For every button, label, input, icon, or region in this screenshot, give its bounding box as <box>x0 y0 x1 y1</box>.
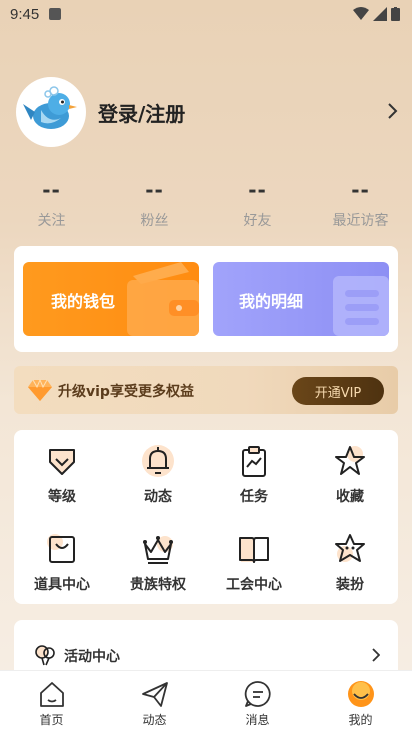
signal-icon <box>373 7 387 21</box>
stat-value: -- <box>42 178 61 202</box>
chevron-right-icon[interactable] <box>386 102 398 120</box>
grid-item-props-center[interactable]: 道具中心 <box>14 522 110 593</box>
task-clipboard-icon <box>242 446 266 477</box>
stat-label: 粉丝 <box>140 213 169 229</box>
bottom-tab-bar: 首页 动态 消息 我的 <box>0 670 412 732</box>
stat-label: 好友 <box>243 213 272 229</box>
home-icon <box>40 682 64 707</box>
grid-item-favorites[interactable]: 收藏 <box>302 434 398 505</box>
stat-friends[interactable]: -- 好友 <box>206 178 309 230</box>
wallet-icon <box>127 262 199 336</box>
document-list-icon <box>333 276 389 336</box>
login-register-link[interactable]: 登录/注册 <box>98 98 185 127</box>
chevron-right-icon <box>372 648 380 662</box>
tab-label: 我的 <box>348 713 373 727</box>
wallet-card: 我的钱包 我的明细 <box>14 246 398 352</box>
grid-item-label: 工会中心 <box>226 577 282 593</box>
profile-face-icon <box>348 681 374 707</box>
star-sparkle-icon <box>335 534 365 562</box>
grid-item-label: 等级 <box>48 489 76 505</box>
grid-item-label: 动态 <box>144 489 172 505</box>
status-time: 9:45 <box>10 5 40 23</box>
vip-promo-text: 升级vip享受更多权益 <box>58 384 194 400</box>
crown-icon <box>143 536 173 564</box>
message-icon <box>244 681 271 707</box>
stat-value: -- <box>248 178 267 202</box>
tab-messages[interactable]: 消息 <box>206 671 309 732</box>
stat-value: -- <box>351 178 370 202</box>
status-bar: 9:45 <box>0 0 412 28</box>
balloon-icon <box>35 645 55 666</box>
my-wallet-label: 我的钱包 <box>51 292 116 311</box>
tab-feed[interactable]: 动态 <box>103 671 206 732</box>
my-wallet-button[interactable]: 我的钱包 <box>23 262 199 336</box>
grid-item-label: 道具中心 <box>34 577 90 593</box>
feature-grid: 等级 动态 任务 收藏 道具中心 贵族特权 工会中心 装扮 <box>14 430 398 604</box>
bell-icon <box>142 445 174 477</box>
grid-item-label: 收藏 <box>336 489 364 505</box>
stat-value: -- <box>145 178 164 202</box>
my-details-button[interactable]: 我的明细 <box>213 262 389 336</box>
grid-item-label: 装扮 <box>336 577 364 593</box>
shopping-bag-icon <box>47 534 75 563</box>
stat-label: 关注 <box>37 213 66 229</box>
grid-item-label: 任务 <box>240 489 268 505</box>
grid-item-label: 贵族特权 <box>130 577 186 593</box>
tab-home[interactable]: 首页 <box>0 671 103 732</box>
grid-item-feed[interactable]: 动态 <box>110 434 206 505</box>
diamond-icon <box>28 379 52 401</box>
tab-label: 首页 <box>39 713 64 727</box>
grid-item-guild-center[interactable]: 工会中心 <box>206 522 302 593</box>
tab-label: 动态 <box>142 713 167 727</box>
my-details-label: 我的明细 <box>239 292 304 311</box>
stat-recent-visitors[interactable]: -- 最近访客 <box>309 178 412 230</box>
stat-fans[interactable]: -- 粉丝 <box>103 178 206 230</box>
activity-center-label: 活动中心 <box>64 649 120 665</box>
battery-icon <box>391 7 400 21</box>
grid-item-dress-up[interactable]: 装扮 <box>302 522 398 593</box>
star-icon <box>335 446 365 475</box>
book-icon <box>239 537 269 563</box>
grid-item-tasks[interactable]: 任务 <box>206 434 302 505</box>
bird-avatar-icon <box>23 86 77 129</box>
paper-plane-icon <box>142 682 168 707</box>
vip-promo-bar[interactable]: 升级vip享受更多权益 开通VIP <box>14 366 398 414</box>
open-vip-button[interactable]: 开通VIP <box>292 377 384 405</box>
grid-item-noble-privileges[interactable]: 贵族特权 <box>110 522 206 593</box>
level-shield-icon <box>49 449 75 475</box>
profile-header[interactable]: 登录/注册 <box>16 76 400 148</box>
wifi-icon <box>353 7 369 20</box>
stat-following[interactable]: -- 关注 <box>0 178 103 230</box>
grid-item-level[interactable]: 等级 <box>14 434 110 505</box>
avatar[interactable] <box>16 77 86 147</box>
stat-label: 最近访客 <box>332 213 389 229</box>
tab-label: 消息 <box>245 713 270 727</box>
notification-icon <box>49 8 62 20</box>
stats-row: -- 关注 -- 粉丝 -- 好友 -- 最近访客 <box>0 178 412 230</box>
tab-me[interactable]: 我的 <box>309 671 412 732</box>
